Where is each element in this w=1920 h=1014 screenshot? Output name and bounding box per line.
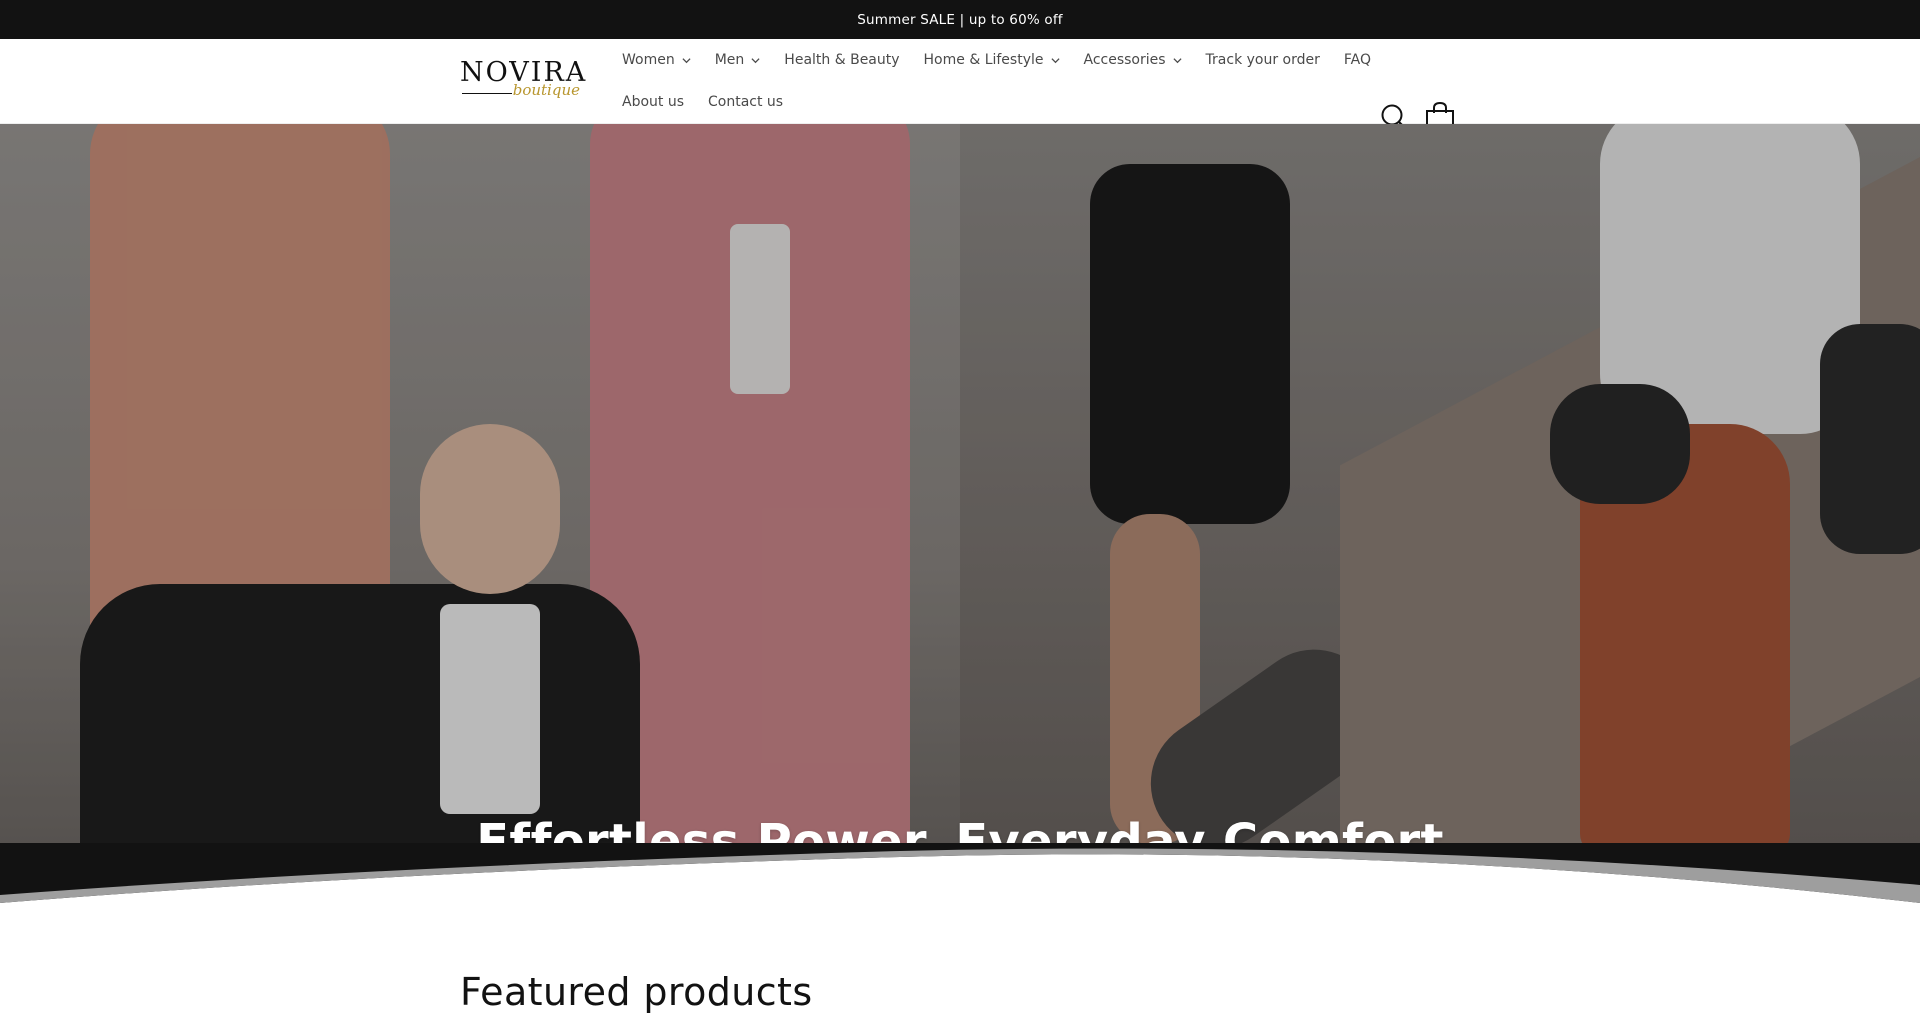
logo-tagline: boutique bbox=[512, 81, 580, 99]
nav-item-accessories[interactable]: Accessories bbox=[1072, 39, 1194, 81]
featured-products-title: Featured products bbox=[460, 970, 813, 1014]
announcement-text: Summer SALE | up to 60% off bbox=[857, 11, 1063, 28]
site-header: NOVIRA boutique Women Men Health & Beaut… bbox=[0, 39, 1920, 134]
nav-item-men[interactable]: Men bbox=[703, 39, 773, 81]
nav-row-1: Women Men Health & Beauty Home & Lifesty… bbox=[610, 39, 1383, 81]
nav-item-track-order[interactable]: Track your order bbox=[1194, 39, 1332, 81]
site-logo[interactable]: NOVIRA boutique bbox=[460, 59, 585, 105]
nav-item-home-lifestyle[interactable]: Home & Lifestyle bbox=[912, 39, 1072, 81]
announcement-bar: Summer SALE | up to 60% off bbox=[0, 0, 1920, 39]
nav-item-label: Track your order bbox=[1205, 52, 1320, 68]
chevron-down-icon bbox=[1173, 57, 1182, 63]
nav-item-label: About us bbox=[622, 94, 685, 110]
hero-headline: Effortless Power, Everyday Comfort bbox=[476, 814, 1444, 844]
nav-row-2: About us Contact us bbox=[610, 81, 795, 123]
hero-image-activewear bbox=[960, 124, 1920, 844]
nav-item-faq[interactable]: FAQ bbox=[1332, 39, 1383, 81]
hero-image-suits bbox=[0, 124, 960, 844]
nav-item-label: Accessories bbox=[1083, 52, 1166, 68]
chevron-down-icon bbox=[1050, 57, 1060, 63]
nav-item-label: Men bbox=[714, 52, 745, 68]
nav-item-label: FAQ bbox=[1343, 52, 1372, 68]
nav-item-health-beauty[interactable]: Health & Beauty bbox=[772, 39, 911, 81]
hero-banner: Effortless Power, Everyday Comfort bbox=[0, 124, 1920, 844]
nav-item-label: Contact us bbox=[708, 94, 784, 110]
nav-item-about[interactable]: About us bbox=[610, 81, 696, 123]
nav-item-contact[interactable]: Contact us bbox=[696, 81, 795, 123]
nav-item-women[interactable]: Women bbox=[610, 39, 703, 81]
chevron-down-icon bbox=[682, 57, 691, 63]
chevron-down-icon bbox=[751, 57, 760, 63]
nav-item-label: Women bbox=[622, 52, 675, 68]
nav-item-label: Home & Lifestyle bbox=[923, 52, 1044, 68]
nav-item-label: Health & Beauty bbox=[784, 52, 900, 68]
logo-rule bbox=[462, 93, 512, 94]
wave-divider bbox=[0, 843, 1920, 913]
